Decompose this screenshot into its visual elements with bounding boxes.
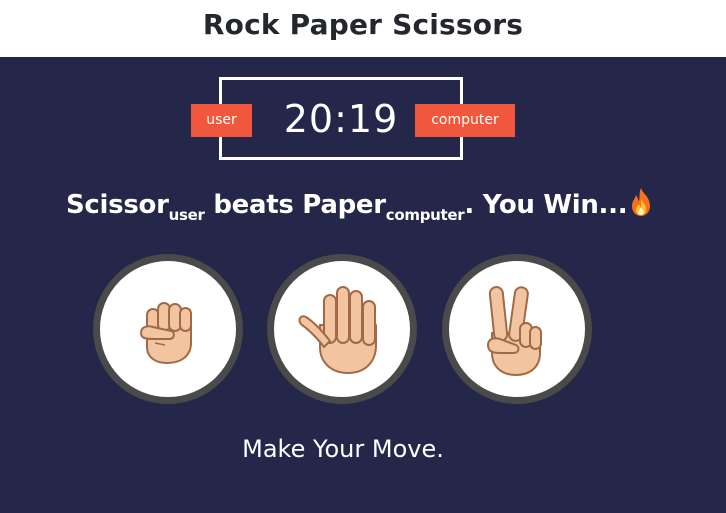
outcome-text: . You Win... [464,190,628,220]
beats-text: beats [204,190,303,220]
scissors-hand-icon [482,281,552,377]
computer-choice-text: Paper [302,190,386,220]
rock-fist-icon [137,293,199,365]
user-badge: user [191,104,252,137]
computer-tag: computer [385,206,465,224]
user-tag: user [168,206,205,224]
header: Rock Paper Scissors [0,0,726,57]
result-message: Scissoruser beats Papercomputer. You Win… [66,187,653,223]
paper-hand-icon [294,281,390,377]
fire-icon [629,187,653,217]
rock-button[interactable] [93,254,243,404]
paper-button[interactable] [267,254,417,404]
make-move-prompt: Make Your Move. [242,435,444,463]
user-choice-text: Scissor [66,190,169,220]
page-title: Rock Paper Scissors [202,8,524,41]
scissors-button[interactable] [442,254,592,404]
game-area: 20:19 user computer Scissoruser beats Pa… [0,57,726,513]
computer-badge: computer [415,104,515,137]
